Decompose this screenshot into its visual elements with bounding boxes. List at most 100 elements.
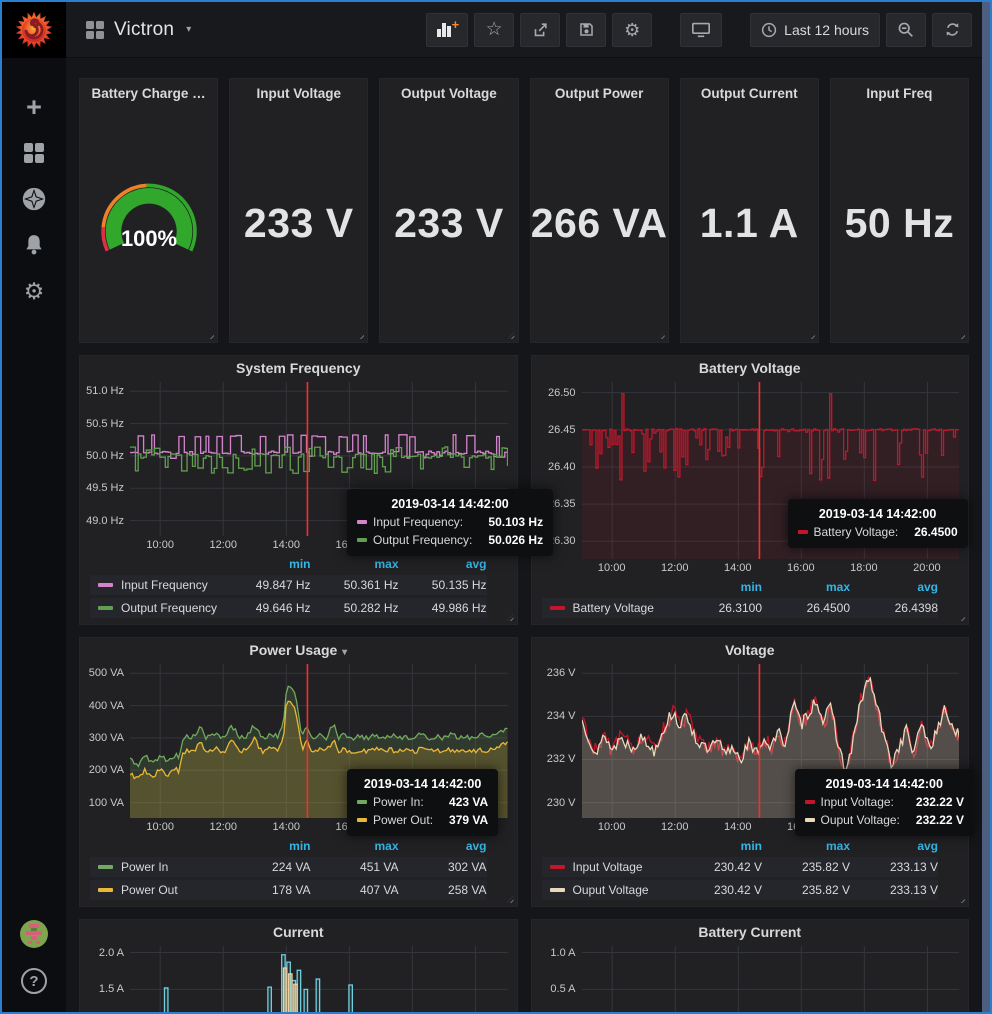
legend-row: Power In224 VA451 VA302 VA bbox=[90, 857, 487, 877]
chart-area[interactable]: 2.0 A1.5 A bbox=[80, 946, 517, 1012]
refresh-icon bbox=[944, 21, 961, 38]
panel-title[interactable]: Battery Current bbox=[532, 924, 969, 946]
panel-title[interactable]: Current bbox=[80, 924, 517, 946]
legend-row: Power Out178 VA407 VA258 VA bbox=[90, 880, 487, 900]
share-button[interactable] bbox=[520, 13, 560, 47]
series-color-swatch[interactable] bbox=[550, 888, 565, 892]
time-range-button[interactable]: Last 12 hours bbox=[750, 13, 880, 47]
x-axis-tick: 12:00 bbox=[209, 539, 237, 551]
y-axis-tick: 50.0 Hz bbox=[86, 450, 124, 462]
chart-area[interactable]: 1.0 A0.5 A bbox=[532, 946, 969, 1012]
dashboard-title[interactable]: Victron bbox=[114, 19, 174, 41]
series-color-swatch[interactable] bbox=[98, 888, 113, 892]
legend-header-avg[interactable]: avg bbox=[399, 839, 487, 853]
panel-title[interactable]: Power Usage ▾ bbox=[80, 642, 517, 664]
panel-title[interactable]: Voltage bbox=[532, 642, 969, 664]
navbar: Victron ▾ + ☆ ⚙ bbox=[66, 2, 982, 58]
sidebar-item-explore[interactable] bbox=[14, 184, 54, 214]
panel-title[interactable]: Input Voltage bbox=[230, 79, 367, 105]
refresh-button[interactable] bbox=[932, 13, 972, 47]
legend-value: 178 VA bbox=[223, 883, 311, 897]
y-axis: 236 V234 V232 V230 V bbox=[532, 664, 582, 818]
legend-header-min[interactable]: min bbox=[674, 839, 762, 853]
star-button[interactable]: ☆ bbox=[474, 13, 514, 47]
sidebar-item-create[interactable]: + bbox=[14, 92, 54, 122]
series-name[interactable]: Power In bbox=[121, 860, 223, 874]
x-axis-tick: 20:00 bbox=[913, 562, 941, 574]
tooltip-timestamp: 2019-03-14 14:42:00 bbox=[357, 777, 488, 791]
plot[interactable] bbox=[130, 946, 508, 1012]
tooltip-series-label: Battery Voltage: bbox=[814, 525, 899, 539]
scrollbar[interactable] bbox=[982, 2, 990, 1012]
stat-panels-row: Battery Charge …100%Input Voltage233 V Ou… bbox=[79, 78, 969, 343]
panel-title[interactable]: Input Freq bbox=[831, 79, 968, 105]
panel-input-freq: Input Freq50 Hz bbox=[830, 78, 969, 343]
grafana-logo[interactable] bbox=[2, 2, 66, 58]
dashboard-grid-icon bbox=[86, 21, 104, 39]
tooltip-series-value: 50.103 Hz bbox=[472, 515, 543, 529]
panel-title[interactable]: System Frequency bbox=[80, 360, 517, 382]
dashboard-settings-button[interactable]: ⚙ bbox=[612, 13, 652, 47]
user-avatar[interactable] bbox=[19, 919, 49, 954]
legend-header-min[interactable]: min bbox=[674, 580, 762, 594]
legend-header-max[interactable]: max bbox=[311, 839, 399, 853]
time-range-label: Last 12 hours bbox=[784, 22, 869, 38]
sidebar-item-dashboards[interactable] bbox=[14, 138, 54, 168]
x-axis-tick: 10:00 bbox=[146, 539, 174, 551]
series-color-swatch[interactable] bbox=[550, 865, 565, 869]
save-button[interactable] bbox=[566, 13, 606, 47]
panel-battery-charge: Battery Charge …100% bbox=[79, 78, 218, 343]
plot[interactable] bbox=[582, 946, 960, 1012]
panel-output-current: Output Current1.1 A bbox=[680, 78, 819, 343]
panel-title[interactable]: Battery Voltage bbox=[532, 360, 969, 382]
series-color-swatch[interactable] bbox=[98, 583, 113, 587]
tooltip-row: Battery Voltage:26.4500 bbox=[798, 525, 958, 539]
legend-header-min[interactable]: min bbox=[223, 839, 311, 853]
series-color-swatch[interactable] bbox=[98, 865, 113, 869]
panel-input-voltage: Input Voltage233 V bbox=[229, 78, 368, 343]
panel-title[interactable]: Output Current bbox=[681, 79, 818, 105]
legend-header-max[interactable]: max bbox=[762, 580, 850, 594]
legend-header-max[interactable]: max bbox=[762, 839, 850, 853]
cycle-view-button[interactable] bbox=[680, 13, 722, 47]
dashboard-picker[interactable]: Victron ▾ bbox=[86, 19, 191, 41]
panel-resize-handle[interactable] bbox=[507, 614, 514, 621]
panel-title[interactable]: Battery Charge … bbox=[80, 79, 217, 105]
sidebar-item-alerting[interactable] bbox=[14, 230, 54, 260]
legend-header-min[interactable]: min bbox=[223, 557, 311, 571]
tooltip-series-label: Power In: bbox=[373, 795, 424, 809]
tooltip-series-label: Power Out: bbox=[373, 813, 433, 827]
graph-tooltip: 2019-03-14 14:42:00Power In:423 VAPower … bbox=[347, 769, 498, 836]
series-color-swatch[interactable] bbox=[550, 606, 565, 610]
help-button[interactable]: ? bbox=[21, 968, 47, 994]
legend-value: 233.13 V bbox=[850, 883, 938, 897]
x-axis-tick: 14:00 bbox=[724, 821, 752, 833]
series-name[interactable]: Battery Voltage bbox=[573, 601, 675, 615]
panel-resize-handle[interactable] bbox=[958, 614, 965, 621]
tooltip-row: Output Frequency:50.026 Hz bbox=[357, 533, 543, 547]
panel-title[interactable]: Output Voltage bbox=[380, 79, 517, 105]
legend-header-avg[interactable]: avg bbox=[850, 580, 938, 594]
series-name[interactable]: Power Out bbox=[121, 883, 223, 897]
legend-header-max[interactable]: max bbox=[311, 557, 399, 571]
legend-header-avg[interactable]: avg bbox=[399, 557, 487, 571]
graph-tooltip: 2019-03-14 14:42:00Battery Voltage:26.45… bbox=[788, 499, 968, 548]
panel-resize-handle[interactable] bbox=[507, 896, 514, 903]
tooltip-row: Input Voltage:232.22 V bbox=[805, 795, 964, 809]
series-name[interactable]: Input Frequency bbox=[121, 578, 223, 592]
series-color-swatch[interactable] bbox=[98, 606, 113, 610]
zoom-out-button[interactable] bbox=[886, 13, 926, 47]
y-axis: 1.0 A0.5 A bbox=[532, 946, 582, 1012]
sidebar-item-configuration[interactable]: ⚙ bbox=[14, 276, 54, 306]
series-name[interactable]: Ouput Voltage bbox=[573, 883, 675, 897]
series-name[interactable]: Input Voltage bbox=[573, 860, 675, 874]
panel-title[interactable]: Output Power bbox=[531, 79, 668, 105]
panel-resize-handle[interactable] bbox=[958, 896, 965, 903]
add-panel-button[interactable]: + bbox=[426, 13, 468, 47]
series-name[interactable]: Output Frequency bbox=[121, 601, 223, 615]
tooltip-row: Power Out:379 VA bbox=[357, 813, 488, 827]
panel-system-frequency: System Frequency51.0 Hz50.5 Hz50.0 Hz49.… bbox=[79, 355, 518, 625]
legend-header-avg[interactable]: avg bbox=[850, 839, 938, 853]
y-axis-tick: 2.0 A bbox=[99, 947, 124, 959]
legend-value: 49.646 Hz bbox=[223, 601, 311, 615]
